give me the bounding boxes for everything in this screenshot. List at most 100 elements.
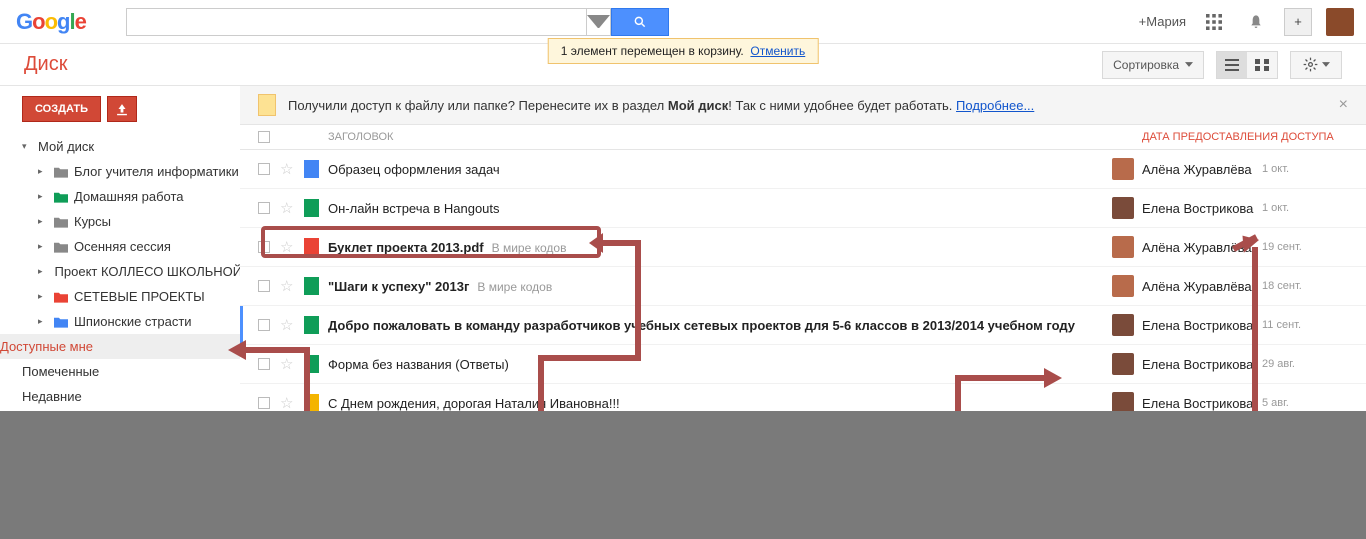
settings-button[interactable]	[1290, 51, 1342, 79]
search-dropdown-icon[interactable]	[586, 9, 610, 35]
row-checkbox[interactable]	[258, 202, 270, 214]
upload-button[interactable]	[107, 96, 137, 122]
owner-name: Алёна Журавлёва	[1142, 162, 1262, 177]
toast-undo[interactable]: Отменить	[750, 44, 805, 58]
file-row[interactable]: ☆ Добро пожаловать в команду разработчико…	[240, 306, 1366, 345]
star-icon[interactable]: ☆	[280, 395, 293, 412]
app-title[interactable]: Диск	[24, 53, 67, 76]
google-logo[interactable]: Google	[16, 9, 86, 35]
filetype-icon	[304, 433, 319, 451]
row-checkbox[interactable]	[258, 436, 270, 448]
search-input[interactable]	[126, 8, 611, 36]
row-checkbox[interactable]	[258, 397, 270, 409]
folder-icon	[54, 291, 68, 303]
sidebar-folder[interactable]: ▸Домашняя работа	[22, 184, 240, 209]
owner-avatar	[1112, 353, 1134, 375]
shared-date: 18 сент.	[1262, 280, 1348, 292]
shared-date: 29 авг.	[1262, 358, 1348, 370]
folder-icon	[258, 94, 276, 116]
file-title: Добро пожаловать в команду разработчиков…	[328, 318, 1075, 333]
user-label[interactable]: +Мария	[1139, 14, 1186, 29]
star-icon[interactable]: ☆	[280, 200, 293, 217]
filetype-icon	[304, 160, 319, 178]
file-row[interactable]: ☆ Буклет проекта 2013.pdf В мире кодов Алён…	[240, 228, 1366, 267]
apps-icon[interactable]	[1200, 8, 1228, 36]
view-toggle	[1216, 51, 1278, 79]
file-row[interactable]: ☆Форма без названия (Ответы)Елена Востри…	[240, 345, 1366, 384]
owner-name: Алёна Журавлёва	[1142, 279, 1262, 294]
row-checkbox[interactable]	[258, 280, 270, 292]
sidebar-folder[interactable]: ▸Шпионские страсти	[22, 309, 240, 334]
sidebar-folder[interactable]: ▸Курсы	[22, 209, 240, 234]
filetype-icon	[304, 238, 319, 256]
folder-icon	[54, 166, 68, 178]
search-button[interactable]	[611, 8, 669, 36]
file-row[interactable]: ☆Алёнушка, с Днем Рождения!Елена Вострик…	[240, 423, 1366, 462]
grid-view-button[interactable]	[1247, 52, 1277, 78]
file-title: Форма без названия (Ответы)	[328, 357, 509, 372]
select-all-checkbox[interactable]	[258, 131, 270, 143]
file-row[interactable]: ☆С Днем рождения, дорогая Наталия Иванов…	[240, 384, 1366, 423]
star-icon[interactable]: ☆	[280, 317, 293, 334]
folder-icon	[54, 216, 68, 228]
sidebar-folder[interactable]: ▸СЕТЕВЫЕ ПРОЕКТЫ	[22, 284, 240, 309]
sidebar-root[interactable]: ▾Мой диск	[22, 134, 240, 159]
chevron-down-icon	[1185, 62, 1193, 67]
sort-button[interactable]: Сортировка	[1102, 51, 1204, 79]
star-icon[interactable]: ☆	[280, 278, 293, 295]
filetype-icon	[304, 316, 319, 334]
sidebar-folder[interactable]: ▸Осенняя сессия	[22, 234, 240, 259]
file-title: Он-лайн встреча в Hangouts	[328, 201, 500, 216]
file-title: Буклет проекта 2013.pdf	[328, 240, 484, 255]
sidebar-folder[interactable]: ▸Блог учителя информатики	[22, 159, 240, 184]
file-row[interactable]: ☆Он-лайн встреча в HangoutsЕлена Вострик…	[240, 189, 1366, 228]
share-button[interactable]: +	[1284, 8, 1312, 36]
toast-notification: 1 элемент перемещен в корзину. Отменить	[548, 38, 819, 64]
chevron-down-icon	[1322, 62, 1330, 67]
grid-icon	[1255, 59, 1269, 71]
list-header: ЗАГОЛОВОК ДАТА ПРЕДОСТАВЛЕНИЯ ДОСТУПА	[240, 125, 1366, 150]
close-icon[interactable]: ×	[1339, 96, 1348, 114]
sidebar-shared[interactable]: Доступные мне	[0, 334, 240, 359]
row-checkbox[interactable]	[258, 163, 270, 175]
row-checkbox[interactable]	[258, 358, 270, 370]
banner-link[interactable]: Подробнее...	[956, 98, 1034, 113]
owner-avatar	[1112, 275, 1134, 297]
owner-avatar	[1112, 392, 1134, 414]
row-checkbox[interactable]	[258, 241, 270, 253]
owner-avatar	[1112, 236, 1134, 258]
folder-icon	[54, 191, 68, 203]
shared-date: 19 июля	[1262, 436, 1348, 448]
file-extra: В мире кодов	[477, 280, 552, 294]
star-icon[interactable]: ☆	[280, 356, 293, 373]
upload-icon	[115, 102, 129, 116]
main: СОЗДАТЬ ▾Мой диск ▸Блог учителя информат…	[0, 86, 1366, 539]
col-title[interactable]: ЗАГОЛОВОК	[328, 131, 1112, 143]
folder-icon	[54, 241, 68, 253]
sidebar-folder[interactable]: ▸Проект КОЛЛЕСО ШКОЛЬНОЙ ЖИЗНИ	[22, 259, 240, 284]
shared-date: 1 окт.	[1262, 202, 1348, 214]
info-banner: Получили доступ к файлу или папке? Перен…	[240, 86, 1366, 125]
toast-text: 1 элемент перемещен в корзину.	[561, 44, 744, 58]
notifications-icon[interactable]	[1242, 8, 1270, 36]
sidebar-starred[interactable]: Помеченные	[22, 359, 240, 384]
content: Получили доступ к файлу или папке? Перен…	[240, 86, 1366, 539]
owner-name: Елена Вострикова	[1142, 396, 1262, 411]
owner-name: Елена Вострикова	[1142, 435, 1262, 450]
list-view-button[interactable]	[1217, 52, 1247, 78]
star-icon[interactable]: ☆	[280, 161, 293, 178]
create-row: СОЗДАТЬ	[22, 96, 240, 122]
owner-name: Алёна Журавлёва	[1142, 240, 1262, 255]
filetype-icon	[304, 277, 319, 295]
file-extra: В мире кодов	[492, 241, 567, 255]
file-row[interactable]: ☆"Шаги к успеху" 2013гВ мире кодовАлёна …	[240, 267, 1366, 306]
row-checkbox[interactable]	[258, 319, 270, 331]
sidebar-recent[interactable]: Недавние	[22, 384, 240, 409]
file-title: Образец оформления задач	[328, 162, 500, 177]
star-icon[interactable]: ☆	[280, 239, 293, 256]
create-button[interactable]: СОЗДАТЬ	[22, 96, 101, 122]
col-date[interactable]: ДАТА ПРЕДОСТАВЛЕНИЯ ДОСТУПА	[1142, 131, 1348, 143]
file-row[interactable]: ☆ Образец оформления задач Алёна Журавлёва…	[240, 150, 1366, 189]
user-avatar[interactable]	[1326, 8, 1354, 36]
star-icon[interactable]: ☆	[280, 434, 293, 451]
